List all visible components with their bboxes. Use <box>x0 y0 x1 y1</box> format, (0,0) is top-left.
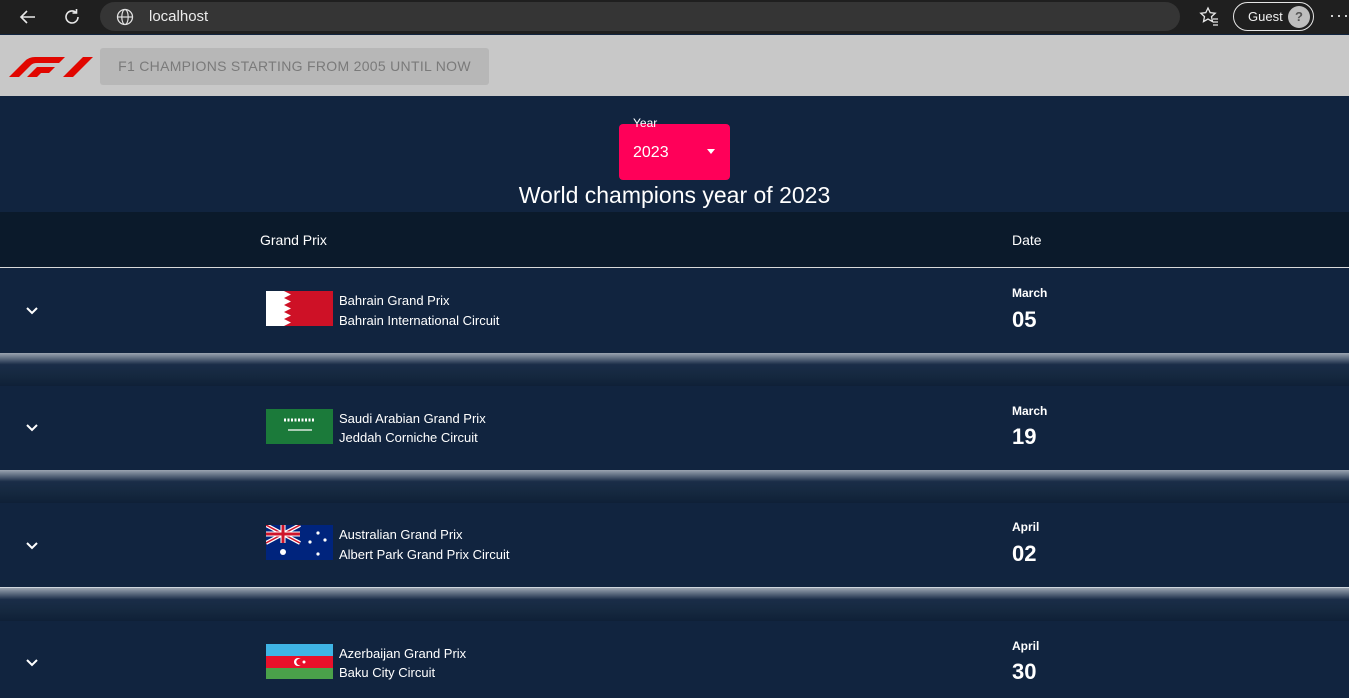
refresh-icon <box>65 9 79 24</box>
table-row[interactable]: Azerbaijan Grand Prix Baku City Circuit … <box>0 621 1349 698</box>
row-spacer <box>0 353 1349 386</box>
page-title: World champions year of 2023 <box>518 182 831 208</box>
circuit-name: Jeddah Corniche Circuit <box>339 430 478 445</box>
year-value: 2023 <box>633 144 669 161</box>
browser-toolbar: localhost Guest ? ··· <box>0 0 1349 34</box>
race-day: 05 <box>1012 307 1037 332</box>
row-spacer <box>0 588 1349 621</box>
column-header-date: Date <box>1012 232 1042 248</box>
champions-button[interactable]: F1 CHAMPIONS STARTING FROM 2005 UNTIL NO… <box>100 48 489 85</box>
circuit-name: Bahrain International Circuit <box>339 313 500 328</box>
row-spacer <box>0 470 1349 503</box>
grand-prix-name: Bahrain Grand Prix <box>339 293 450 308</box>
bahrain-flag-icon <box>266 291 333 326</box>
chevron-down-icon[interactable] <box>25 306 39 316</box>
grand-prix-name: Saudi Arabian Grand Prix <box>339 411 486 426</box>
grand-prix-name: Azerbaijan Grand Prix <box>339 646 467 661</box>
more-menu-button[interactable]: ··· <box>1329 5 1349 26</box>
race-day: 19 <box>1012 424 1037 449</box>
profile-button[interactable]: Guest ? <box>1233 2 1314 31</box>
app-header: F1 CHAMPIONS STARTING FROM 2005 UNTIL NO… <box>0 35 1349 96</box>
australia-flag-icon <box>266 525 333 560</box>
race-month: April <box>1012 520 1040 534</box>
grand-prix-name: Australian Grand Prix <box>339 527 463 542</box>
back-arrow-icon <box>19 10 35 24</box>
race-month: April <box>1012 639 1040 653</box>
race-month: March <box>1012 404 1048 418</box>
race-day: 30 <box>1012 659 1037 684</box>
favorites-icon[interactable] <box>1198 5 1220 27</box>
chevron-down-icon[interactable] <box>25 658 39 668</box>
profile-label: Guest <box>1248 9 1283 24</box>
table-row[interactable]: Australian Grand Prix Albert Park Grand … <box>0 503 1349 587</box>
azerbaijan-flag-icon <box>266 644 333 679</box>
chevron-down-icon[interactable] <box>25 423 39 433</box>
race-day: 02 <box>1012 541 1037 566</box>
circuit-name: Albert Park Grand Prix Circuit <box>339 547 510 562</box>
back-button[interactable] <box>15 4 41 30</box>
year-label: Year <box>633 116 658 130</box>
race-month: March <box>1012 286 1048 300</box>
globe-icon <box>116 8 134 26</box>
table-header: Grand Prix Date <box>0 212 1349 268</box>
saudi-arabia-flag-icon <box>266 409 333 444</box>
circuit-name: Baku City Circuit <box>339 665 436 680</box>
address-bar[interactable]: localhost <box>100 2 1180 31</box>
column-header-grand-prix: Grand Prix <box>260 232 327 248</box>
table-row[interactable]: Saudi Arabian Grand Prix Jeddah Corniche… <box>0 386 1349 470</box>
dropdown-caret-icon <box>707 149 715 154</box>
url-text: localhost <box>149 8 209 25</box>
f1-logo[interactable] <box>7 56 93 78</box>
table-row[interactable]: Bahrain Grand Prix Bahrain International… <box>0 269 1349 353</box>
avatar-icon: ? <box>1288 6 1310 28</box>
chevron-down-icon[interactable] <box>25 541 39 551</box>
refresh-button[interactable] <box>59 4 85 30</box>
year-select[interactable]: 2023 <box>619 124 730 180</box>
